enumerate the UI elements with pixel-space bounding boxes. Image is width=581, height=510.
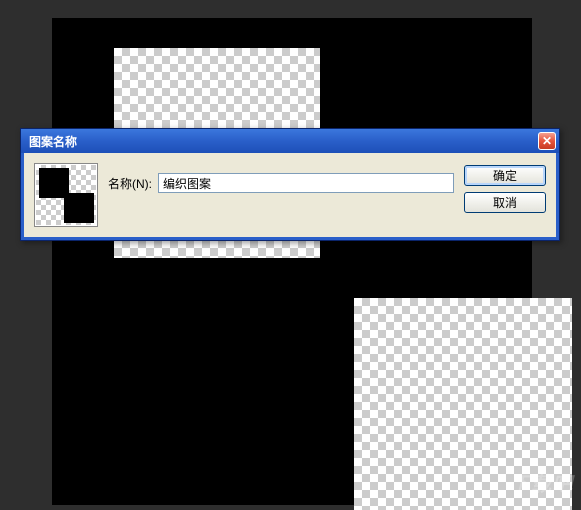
pattern-name-dialog: 图案名称 ✕ 名称(N): 确定 取消 [20,128,560,241]
pattern-name-input[interactable] [158,173,454,193]
dialog-title: 图案名称 [29,133,77,150]
pattern-preview-frame [34,163,98,227]
dialog-titlebar[interactable]: 图案名称 ✕ [21,129,559,153]
canvas-background [52,18,532,505]
pattern-preview [36,165,96,225]
preview-black-square [64,193,94,223]
cancel-button[interactable]: 取消 [464,192,546,213]
ok-button[interactable]: 确定 [464,165,546,186]
dialog-buttons: 确定 取消 [464,163,546,213]
close-icon: ✕ [542,134,552,148]
dialog-body: 名称(N): 确定 取消 [21,153,559,240]
name-label: 名称(N): [108,175,152,192]
close-button[interactable]: ✕ [538,132,556,150]
name-field-row: 名称(N): [108,173,454,193]
transparency-region-bottom [354,298,572,510]
